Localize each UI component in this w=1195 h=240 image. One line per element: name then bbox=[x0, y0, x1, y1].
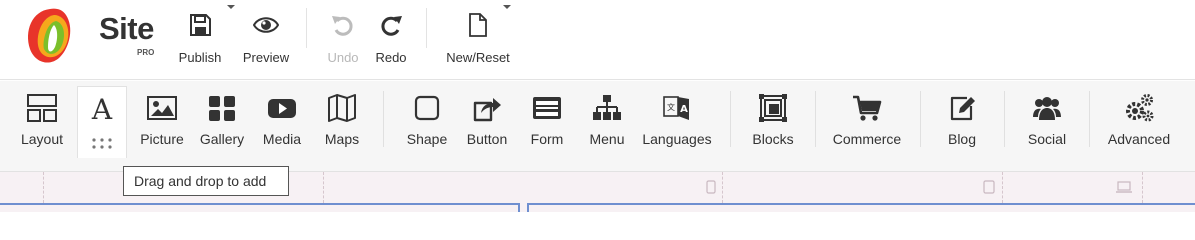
toolbar-divider bbox=[426, 8, 427, 48]
widget-blocks[interactable]: Blocks bbox=[746, 81, 800, 172]
widget-shape-label: Shape bbox=[406, 131, 448, 147]
widget-advanced[interactable]: Advanced bbox=[1104, 81, 1174, 172]
widget-layout-label: Layout bbox=[20, 131, 64, 147]
selection-outline bbox=[518, 203, 520, 212]
brand-name: Site bbox=[99, 11, 154, 46]
redo-icon bbox=[381, 16, 402, 36]
widget-blog-label: Blog bbox=[947, 131, 977, 147]
gallery-icon bbox=[209, 96, 235, 121]
translate-icon: 文 A bbox=[663, 96, 689, 120]
preview-label: Preview bbox=[242, 50, 290, 65]
widget-languages[interactable]: 文 A Languages bbox=[640, 81, 714, 172]
widget-form[interactable]: Form bbox=[522, 81, 572, 172]
layout-icon bbox=[27, 94, 57, 122]
widget-divider bbox=[1004, 91, 1005, 147]
media-play-icon bbox=[268, 99, 296, 118]
users-icon bbox=[1033, 97, 1061, 120]
undo-icon bbox=[332, 16, 353, 36]
form-icon bbox=[533, 97, 561, 119]
logo-mark-icon bbox=[28, 8, 71, 63]
new-reset-button[interactable]: New/Reset bbox=[440, 8, 516, 72]
text-a-icon: A bbox=[91, 93, 113, 123]
widget-divider bbox=[1089, 91, 1090, 147]
widget-blocks-label: Blocks bbox=[752, 131, 794, 147]
widget-maps[interactable]: Maps bbox=[316, 81, 368, 172]
widget-maps-label: Maps bbox=[324, 131, 360, 147]
widget-divider bbox=[920, 91, 921, 147]
widget-languages-label: Languages bbox=[642, 131, 712, 147]
widget-form-label: Form bbox=[530, 131, 564, 147]
undo-button[interactable]: Undo bbox=[321, 8, 365, 72]
widget-media-label: Media bbox=[262, 131, 302, 147]
widget-social[interactable]: Social bbox=[1020, 81, 1074, 172]
widget-advanced-label: Advanced bbox=[1107, 131, 1171, 147]
svg-text:A: A bbox=[680, 104, 688, 115]
widget-divider bbox=[815, 91, 816, 147]
widget-media[interactable]: Media bbox=[256, 81, 308, 172]
widget-toolbar: Layout A Picture Gallery Media Maps Shap… bbox=[0, 81, 1195, 172]
site-pro-logo[interactable]: Site PRO bbox=[20, 3, 154, 69]
desktop-icon[interactable] bbox=[1116, 180, 1132, 194]
widget-menu-label: Menu bbox=[589, 131, 625, 147]
widget-commerce-label: Commerce bbox=[832, 131, 902, 147]
guide-line bbox=[1142, 172, 1143, 203]
save-icon bbox=[190, 14, 211, 36]
selection-outline bbox=[0, 203, 520, 205]
undo-label: Undo bbox=[327, 50, 359, 65]
widget-shape[interactable]: Shape bbox=[400, 81, 454, 172]
brand-badge: PRO bbox=[137, 48, 155, 57]
widget-menu[interactable]: Menu bbox=[582, 81, 632, 172]
widget-divider bbox=[730, 91, 731, 147]
new-file-icon bbox=[469, 13, 487, 37]
publish-button[interactable]: Publish bbox=[170, 8, 230, 72]
widget-text[interactable]: A bbox=[77, 86, 127, 158]
picture-icon bbox=[147, 96, 177, 120]
guide-line bbox=[722, 172, 723, 203]
svg-text:文: 文 bbox=[667, 102, 675, 112]
selection-outline bbox=[527, 203, 1195, 205]
new-reset-dropdown-caret[interactable] bbox=[503, 5, 511, 9]
guide-line bbox=[43, 172, 44, 203]
publish-dropdown-caret[interactable] bbox=[227, 5, 235, 9]
widget-gallery-label: Gallery bbox=[199, 131, 245, 147]
selection-outline bbox=[527, 203, 529, 212]
widget-button-label: Button bbox=[466, 131, 508, 147]
widget-social-label: Social bbox=[1027, 131, 1067, 147]
drag-handle-icon[interactable] bbox=[91, 137, 113, 149]
redo-label: Redo bbox=[375, 50, 407, 65]
square-icon bbox=[414, 95, 440, 121]
drag-tooltip: Drag and drop to add bbox=[123, 166, 289, 196]
preview-button[interactable]: Preview bbox=[236, 8, 296, 72]
widget-picture-label: Picture bbox=[140, 131, 184, 147]
gears-icon bbox=[1126, 94, 1154, 122]
widget-commerce[interactable]: Commerce bbox=[828, 81, 906, 172]
widget-divider bbox=[383, 91, 384, 147]
toolbar-divider bbox=[306, 8, 307, 48]
widget-picture[interactable]: Picture bbox=[136, 81, 188, 172]
guide-line bbox=[323, 172, 324, 203]
edit-icon bbox=[950, 96, 975, 121]
svg-text:A: A bbox=[91, 93, 113, 123]
map-icon bbox=[328, 94, 356, 122]
publish-label: Publish bbox=[178, 50, 222, 65]
share-arrow-icon bbox=[473, 98, 501, 122]
new-reset-label: New/Reset bbox=[446, 50, 510, 65]
guide-line bbox=[1002, 172, 1003, 203]
widget-layout[interactable]: Layout bbox=[14, 81, 70, 172]
cart-icon bbox=[853, 95, 882, 121]
sitemap-icon bbox=[593, 95, 621, 120]
blocks-icon bbox=[759, 94, 787, 122]
top-header: Site PRO Publish Preview Undo Redo New/R… bbox=[0, 0, 1195, 80]
eye-icon bbox=[253, 17, 279, 33]
mobile-icon[interactable] bbox=[706, 180, 716, 194]
widget-gallery[interactable]: Gallery bbox=[194, 81, 250, 172]
tablet-icon[interactable] bbox=[983, 180, 995, 194]
redo-button[interactable]: Redo bbox=[369, 8, 413, 72]
widget-blog[interactable]: Blog bbox=[936, 81, 988, 172]
widget-button[interactable]: Button bbox=[460, 81, 514, 172]
